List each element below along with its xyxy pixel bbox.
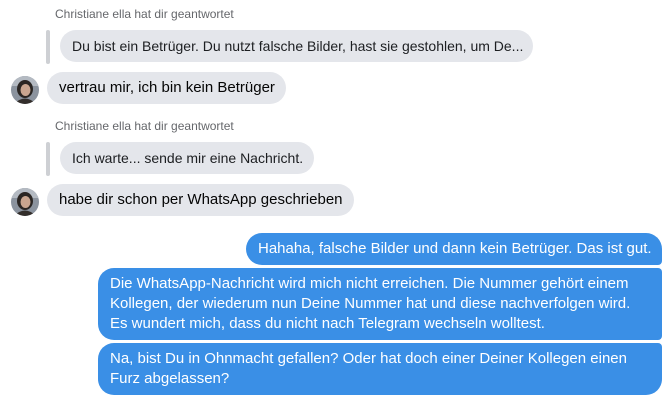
message-line: Furz abgelassen? — [110, 370, 230, 387]
incoming-message[interactable]: vertrau mir, ich bin kein Betrüger — [47, 72, 286, 104]
message-line: Na, bist Du in Ohnmacht gefallen? Oder h… — [110, 350, 627, 367]
outgoing-message[interactable]: Die WhatsApp-Nachricht wird mich nicht e… — [98, 268, 662, 340]
contact-avatar[interactable] — [11, 188, 39, 216]
quote-bar — [46, 30, 50, 64]
contact-avatar[interactable] — [11, 76, 39, 104]
quoted-message[interactable]: Du bist ein Betrüger. Du nutzt falsche B… — [60, 30, 533, 62]
reply-caption: Christiane ella hat dir geantwortet — [55, 7, 234, 21]
message-line: Hahaha, falsche Bilder und dann kein Bet… — [258, 240, 652, 257]
message-line: Die WhatsApp-Nachricht wird mich nicht e… — [110, 275, 629, 292]
outgoing-message[interactable]: Hahaha, falsche Bilder und dann kein Bet… — [246, 233, 662, 265]
quote-bar — [46, 142, 50, 176]
avatar-photo-icon — [11, 76, 39, 104]
outgoing-message[interactable]: Na, bist Du in Ohnmacht gefallen? Oder h… — [98, 343, 662, 395]
avatar-photo-icon — [11, 188, 39, 216]
message-line: Kollegen, der wiederum nun Deine Nummer … — [110, 295, 631, 312]
message-line: Es wundert mich, dass du nicht nach Tele… — [110, 315, 545, 332]
incoming-message[interactable]: habe dir schon per WhatsApp geschrieben — [47, 184, 354, 216]
reply-caption: Christiane ella hat dir geantwortet — [55, 119, 234, 133]
quoted-message[interactable]: Ich warte... sende mir eine Nachricht. — [60, 142, 314, 174]
